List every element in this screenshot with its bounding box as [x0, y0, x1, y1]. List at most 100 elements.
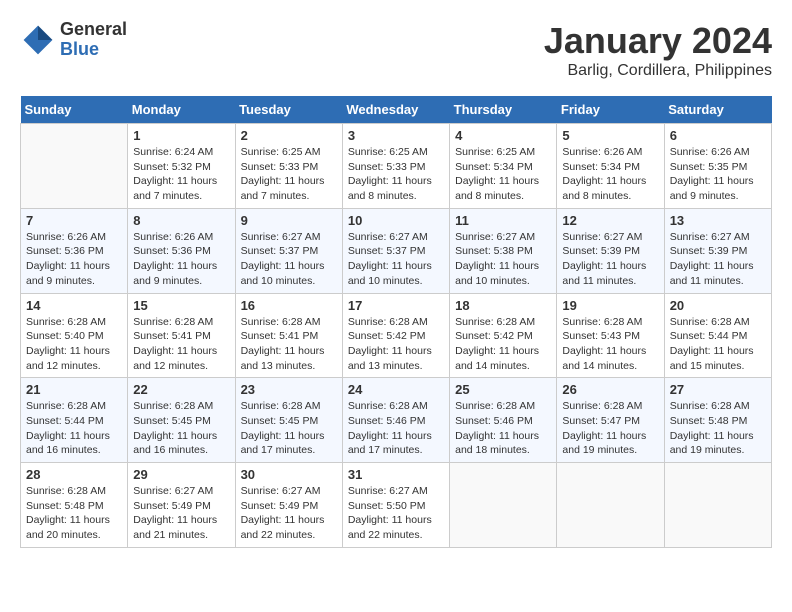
calendar-day-cell: 13Sunrise: 6:27 AMSunset: 5:39 PMDayligh… — [664, 208, 771, 293]
day-info: Sunrise: 6:25 AMSunset: 5:33 PMDaylight:… — [241, 145, 337, 204]
calendar-day-cell: 7Sunrise: 6:26 AMSunset: 5:36 PMDaylight… — [21, 208, 128, 293]
calendar-day-cell — [557, 463, 664, 548]
col-header-thursday: Thursday — [450, 96, 557, 124]
day-info: Sunrise: 6:25 AMSunset: 5:33 PMDaylight:… — [348, 145, 444, 204]
day-info: Sunrise: 6:27 AMSunset: 5:37 PMDaylight:… — [348, 230, 444, 289]
calendar-day-cell: 12 Sunrise: 6:27 AMSunset: 5:39 PMDayligh… — [557, 208, 664, 293]
col-header-wednesday: Wednesday — [342, 96, 449, 124]
calendar-header-row: SundayMondayTuesdayWednesdayThursdayFrid… — [21, 96, 772, 124]
day-number: 26 — [562, 382, 658, 397]
day-number: 5 — [562, 128, 658, 143]
day-number: 17 — [348, 298, 444, 313]
calendar-day-cell: 30 Sunrise: 6:27 AMSunset: 5:49 PMDayligh… — [235, 463, 342, 548]
col-header-saturday: Saturday — [664, 96, 771, 124]
day-number: 15 — [133, 298, 229, 313]
month-title: January 2024 — [544, 20, 772, 62]
logo-text: General Blue — [60, 20, 127, 60]
day-info: Sunrise: 6:28 AMSunset: 5:45 PMDaylight:… — [133, 399, 229, 458]
day-info: Sunrise: 6:28 AMSunset: 5:40 PMDaylight:… — [26, 315, 122, 374]
day-info: Sunrise: 6:28 AMSunset: 5:44 PMDaylight:… — [670, 315, 766, 374]
day-info: Sunrise: 6:28 AMSunset: 5:47 PMDaylight:… — [562, 399, 658, 458]
day-number: 3 — [348, 128, 444, 143]
logo-icon — [20, 22, 56, 58]
calendar-day-cell: 4 Sunrise: 6:25 AMSunset: 5:34 PMDaylight… — [450, 124, 557, 209]
col-header-monday: Monday — [128, 96, 235, 124]
calendar-day-cell: 5 Sunrise: 6:26 AMSunset: 5:34 PMDaylight… — [557, 124, 664, 209]
day-number: 28 — [26, 467, 122, 482]
day-info: Sunrise: 6:28 AMSunset: 5:44 PMDaylight:… — [26, 399, 122, 458]
calendar-week-row: 28 Sunrise: 6:28 AMSunset: 5:48 PMDayligh… — [21, 463, 772, 548]
day-number: 21 — [26, 382, 122, 397]
day-info: Sunrise: 6:28 AMSunset: 5:45 PMDaylight:… — [241, 399, 337, 458]
day-info: Sunrise: 6:26 AMSunset: 5:36 PMDaylight:… — [133, 230, 229, 289]
calendar-day-cell: 25 Sunrise: 6:28 AMSunset: 5:46 PMDayligh… — [450, 378, 557, 463]
day-number: 22 — [133, 382, 229, 397]
col-header-sunday: Sunday — [21, 96, 128, 124]
calendar-day-cell: 15 Sunrise: 6:28 AMSunset: 5:41 PMDayligh… — [128, 293, 235, 378]
calendar-day-cell: 2 Sunrise: 6:25 AMSunset: 5:33 PMDaylight… — [235, 124, 342, 209]
col-header-friday: Friday — [557, 96, 664, 124]
calendar-day-cell: 6Sunrise: 6:26 AMSunset: 5:35 PMDaylight… — [664, 124, 771, 209]
day-number: 7 — [26, 213, 122, 228]
calendar-day-cell: 10 Sunrise: 6:27 AMSunset: 5:37 PMDayligh… — [342, 208, 449, 293]
calendar-day-cell: 17Sunrise: 6:28 AMSunset: 5:42 PMDayligh… — [342, 293, 449, 378]
day-number: 25 — [455, 382, 551, 397]
day-info: Sunrise: 6:27 AMSunset: 5:49 PMDaylight:… — [241, 484, 337, 543]
day-number: 9 — [241, 213, 337, 228]
day-number: 1 — [133, 128, 229, 143]
day-info: Sunrise: 6:27 AMSunset: 5:50 PMDaylight:… — [348, 484, 444, 543]
day-number: 11 — [455, 213, 551, 228]
calendar-week-row: 14Sunrise: 6:28 AMSunset: 5:40 PMDayligh… — [21, 293, 772, 378]
col-header-tuesday: Tuesday — [235, 96, 342, 124]
calendar-day-cell: 27 Sunrise: 6:28 AMSunset: 5:48 PMDayligh… — [664, 378, 771, 463]
calendar-week-row: 21 Sunrise: 6:28 AMSunset: 5:44 PMDayligh… — [21, 378, 772, 463]
day-info: Sunrise: 6:28 AMSunset: 5:48 PMDaylight:… — [26, 484, 122, 543]
day-info: Sunrise: 6:25 AMSunset: 5:34 PMDaylight:… — [455, 145, 551, 204]
day-number: 20 — [670, 298, 766, 313]
calendar-day-cell: 14Sunrise: 6:28 AMSunset: 5:40 PMDayligh… — [21, 293, 128, 378]
calendar-day-cell — [450, 463, 557, 548]
day-number: 19 — [562, 298, 658, 313]
calendar-day-cell: 22 Sunrise: 6:28 AMSunset: 5:45 PMDayligh… — [128, 378, 235, 463]
day-number: 18 — [455, 298, 551, 313]
day-info: Sunrise: 6:27 AMSunset: 5:39 PMDaylight:… — [670, 230, 766, 289]
day-number: 16 — [241, 298, 337, 313]
calendar-day-cell — [664, 463, 771, 548]
day-info: Sunrise: 6:28 AMSunset: 5:46 PMDaylight:… — [348, 399, 444, 458]
calendar-day-cell: 19 Sunrise: 6:28 AMSunset: 5:43 PMDayligh… — [557, 293, 664, 378]
day-number: 4 — [455, 128, 551, 143]
day-info: Sunrise: 6:28 AMSunset: 5:41 PMDaylight:… — [133, 315, 229, 374]
day-number: 23 — [241, 382, 337, 397]
calendar-day-cell: 29 Sunrise: 6:27 AMSunset: 5:49 PMDayligh… — [128, 463, 235, 548]
calendar-day-cell: 31 Sunrise: 6:27 AMSunset: 5:50 PMDayligh… — [342, 463, 449, 548]
calendar-week-row: 1 Sunrise: 6:24 AMSunset: 5:32 PMDaylight… — [21, 124, 772, 209]
day-info: Sunrise: 6:24 AMSunset: 5:32 PMDaylight:… — [133, 145, 229, 204]
day-info: Sunrise: 6:26 AMSunset: 5:34 PMDaylight:… — [562, 145, 658, 204]
day-info: Sunrise: 6:28 AMSunset: 5:43 PMDaylight:… — [562, 315, 658, 374]
day-number: 27 — [670, 382, 766, 397]
day-info: Sunrise: 6:28 AMSunset: 5:41 PMDaylight:… — [241, 315, 337, 374]
day-number: 10 — [348, 213, 444, 228]
calendar-day-cell: 28 Sunrise: 6:28 AMSunset: 5:48 PMDayligh… — [21, 463, 128, 548]
day-number: 30 — [241, 467, 337, 482]
day-info: Sunrise: 6:28 AMSunset: 5:48 PMDaylight:… — [670, 399, 766, 458]
day-info: Sunrise: 6:28 AMSunset: 5:42 PMDaylight:… — [455, 315, 551, 374]
location-subtitle: Barlig, Cordillera, Philippines — [544, 62, 772, 80]
calendar-day-cell: 9Sunrise: 6:27 AMSunset: 5:37 PMDaylight… — [235, 208, 342, 293]
day-number: 31 — [348, 467, 444, 482]
day-number: 8 — [133, 213, 229, 228]
day-number: 29 — [133, 467, 229, 482]
day-info: Sunrise: 6:27 AMSunset: 5:39 PMDaylight:… — [562, 230, 658, 289]
day-info: Sunrise: 6:26 AMSunset: 5:35 PMDaylight:… — [670, 145, 766, 204]
calendar-day-cell: 11 Sunrise: 6:27 AMSunset: 5:38 PMDayligh… — [450, 208, 557, 293]
day-number: 12 — [562, 213, 658, 228]
calendar-day-cell — [21, 124, 128, 209]
calendar-day-cell: 16 Sunrise: 6:28 AMSunset: 5:41 PMDayligh… — [235, 293, 342, 378]
calendar-day-cell: 1 Sunrise: 6:24 AMSunset: 5:32 PMDaylight… — [128, 124, 235, 209]
day-info: Sunrise: 6:27 AMSunset: 5:49 PMDaylight:… — [133, 484, 229, 543]
day-info: Sunrise: 6:27 AMSunset: 5:38 PMDaylight:… — [455, 230, 551, 289]
title-block: January 2024 Barlig, Cordillera, Philipp… — [544, 20, 772, 80]
day-info: Sunrise: 6:28 AMSunset: 5:46 PMDaylight:… — [455, 399, 551, 458]
calendar-day-cell: 18 Sunrise: 6:28 AMSunset: 5:42 PMDayligh… — [450, 293, 557, 378]
day-number: 2 — [241, 128, 337, 143]
